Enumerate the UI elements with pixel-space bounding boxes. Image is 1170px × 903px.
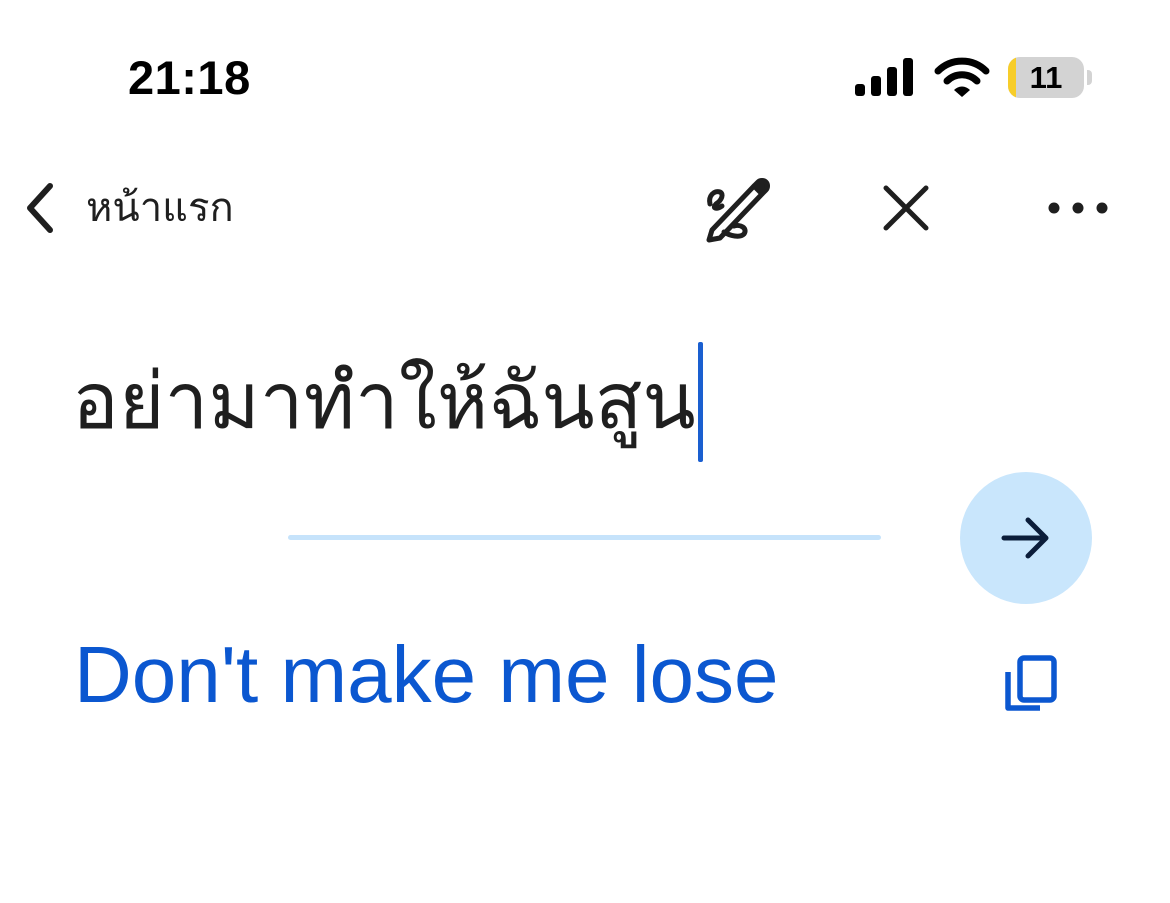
source-text-input[interactable]: อย่ามาทำให้ฉันสูน <box>72 332 703 472</box>
battery-icon: 11 <box>1008 57 1092 98</box>
handwriting-button[interactable] <box>694 168 780 248</box>
back-button[interactable]: หน้าแรก <box>20 170 234 246</box>
translation-result: Don't make me lose <box>74 630 779 719</box>
battery-nub <box>1087 70 1092 85</box>
chevron-left-icon <box>27 183 53 233</box>
divider-line <box>288 535 881 540</box>
more-icon <box>1048 202 1108 214</box>
arrow-right-icon <box>1001 517 1049 559</box>
source-text: อย่ามาทำให้ฉันสูน <box>72 357 696 447</box>
copy-button[interactable] <box>996 648 1066 718</box>
battery-body: 11 <box>1008 57 1084 98</box>
back-label: หน้าแรก <box>86 185 234 231</box>
translate-button[interactable] <box>960 472 1092 604</box>
signal-icon <box>855 58 913 96</box>
more-button[interactable] <box>1040 180 1116 236</box>
close-button[interactable] <box>868 170 944 246</box>
battery-level: 11 <box>1029 60 1063 95</box>
handwriting-icon <box>706 178 770 243</box>
status-time: 21:18 <box>128 51 251 104</box>
text-caret <box>697 342 703 462</box>
close-icon <box>883 185 929 231</box>
wifi-icon <box>934 57 990 97</box>
copy-icon <box>1005 655 1057 711</box>
